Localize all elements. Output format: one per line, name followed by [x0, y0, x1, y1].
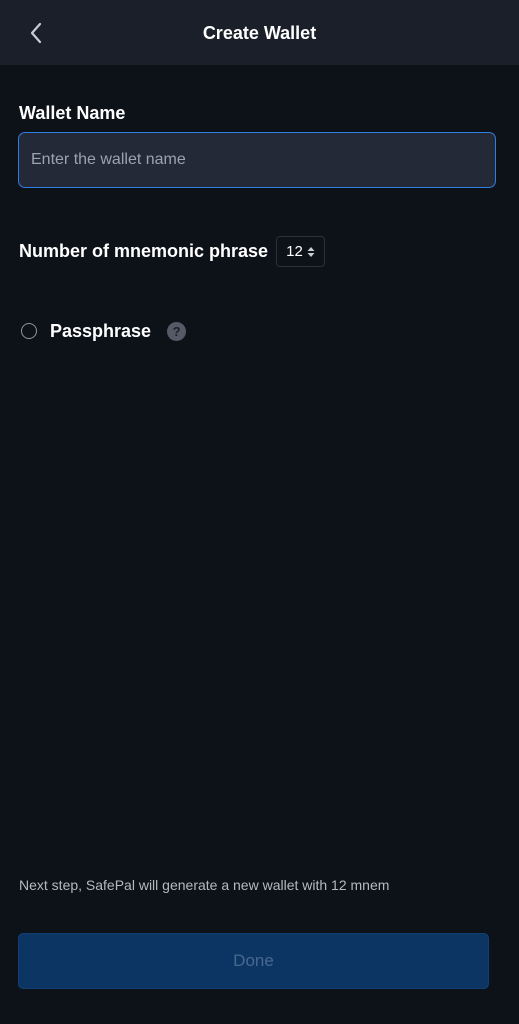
- mnemonic-count-label: Number of mnemonic phrase: [19, 241, 269, 261]
- wallet-name-label: Wallet Name: [19, 103, 126, 123]
- mnemonic-count-value: 12: [286, 243, 303, 260]
- back-button[interactable]: [20, 14, 52, 52]
- next-step-note: Next step, SafePal will generate a new w…: [19, 877, 390, 893]
- create-wallet-screen: Create Wallet Wallet Name Number of mnem…: [0, 0, 519, 1024]
- passphrase-option: Passphrase ?: [21, 318, 187, 344]
- header-bar: Create Wallet: [0, 0, 519, 65]
- page-title: Create Wallet: [202, 23, 317, 43]
- done-button[interactable]: Done: [18, 933, 489, 989]
- sort-arrows-icon: [307, 246, 315, 257]
- wallet-name-input[interactable]: [18, 132, 496, 188]
- help-icon[interactable]: ?: [167, 321, 187, 341]
- mnemonic-count-select[interactable]: 12: [276, 236, 325, 267]
- passphrase-label: Passphrase: [50, 320, 152, 341]
- help-icon-symbol: ?: [172, 323, 181, 339]
- passphrase-radio[interactable]: [21, 323, 37, 339]
- chevron-left-icon: [30, 22, 42, 44]
